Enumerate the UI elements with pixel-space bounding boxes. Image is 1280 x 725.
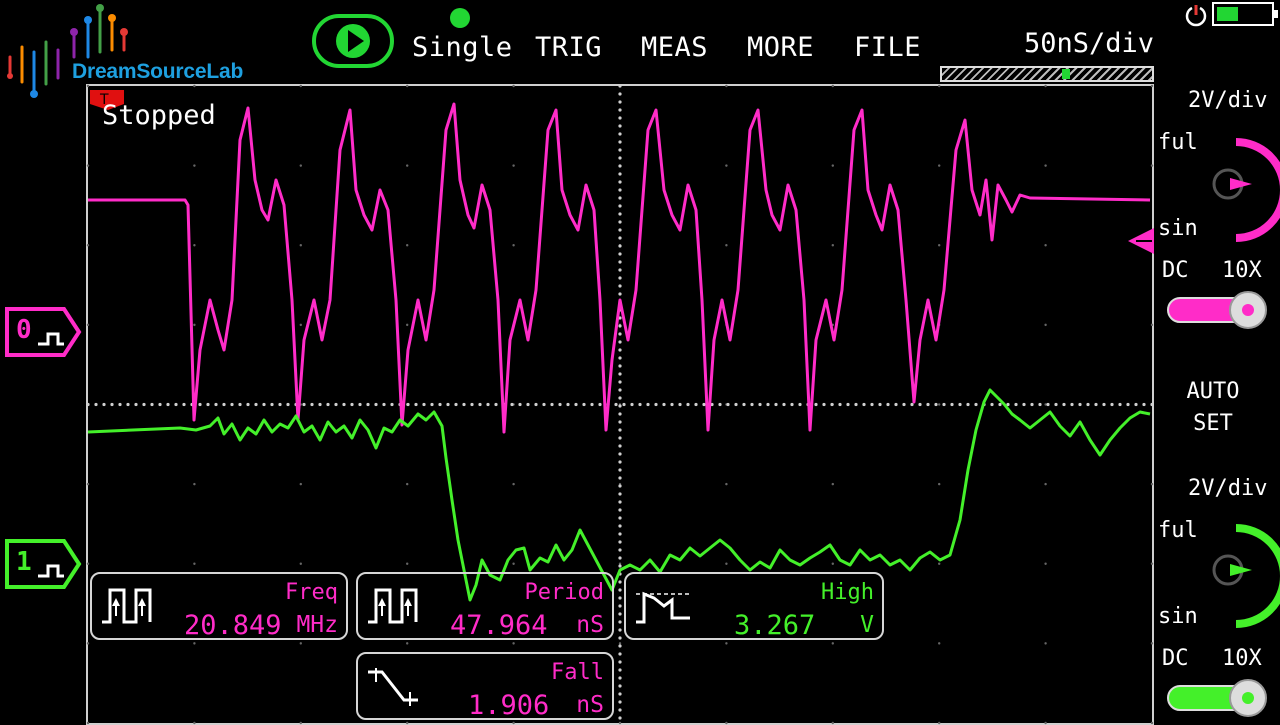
measurement-name: Period bbox=[524, 580, 604, 605]
falling-edge-icon bbox=[368, 668, 418, 706]
ch0-probe[interactable]: 10X bbox=[1222, 258, 1262, 283]
square-wave-icon bbox=[102, 588, 152, 624]
ch1-vdiv-knob[interactable] bbox=[1200, 522, 1280, 632]
ch0-coupling[interactable]: DC bbox=[1162, 258, 1189, 283]
measurement-value: 47.964 bbox=[450, 610, 548, 641]
measurement-value: 1.906 bbox=[468, 690, 550, 721]
square-wave-icon bbox=[368, 588, 418, 624]
measurement-high[interactable]: High 3.267 V bbox=[624, 572, 884, 641]
ch1-probe-toggle[interactable] bbox=[1164, 676, 1272, 720]
autoset-label-1: AUTO bbox=[1186, 379, 1240, 404]
measurement-period[interactable]: Period 47.964 nS bbox=[356, 572, 614, 641]
ch0-label: 0 bbox=[16, 315, 32, 345]
ch0-probe-toggle[interactable] bbox=[1164, 288, 1272, 332]
autoset-label-2: SET bbox=[1193, 411, 1233, 436]
measurement-unit: MHz bbox=[296, 612, 338, 638]
ch1-volts-div[interactable]: 2V/div bbox=[1188, 476, 1267, 501]
ch1-coupling[interactable]: DC bbox=[1162, 646, 1189, 671]
measurement-freq[interactable]: Freq 20.849 MHz bbox=[90, 572, 348, 641]
ch1-bw-full[interactable]: ful bbox=[1158, 518, 1198, 543]
measurement-value: 20.849 bbox=[184, 610, 282, 641]
play-icon bbox=[347, 30, 364, 52]
measurement-name: High bbox=[821, 580, 874, 605]
ch0-volts-div[interactable]: 2V/div bbox=[1188, 88, 1267, 113]
ch1-probe[interactable]: 10X bbox=[1222, 646, 1262, 671]
acquisition-status: Stopped bbox=[102, 100, 216, 131]
ch1-bw-sin[interactable]: sin bbox=[1158, 604, 1198, 629]
ch0-bw-sin[interactable]: sin bbox=[1158, 216, 1198, 241]
measurement-unit: V bbox=[860, 612, 874, 638]
measurement-name: Freq bbox=[285, 580, 338, 605]
measurement-unit: nS bbox=[576, 692, 604, 718]
autoset-button[interactable]: AUTO SET bbox=[1186, 376, 1240, 440]
measurement-value: 3.267 bbox=[734, 610, 816, 641]
ch0-bw-full[interactable]: ful bbox=[1158, 130, 1198, 155]
measurement-name: Fall bbox=[551, 660, 604, 685]
ch1-label: 1 bbox=[16, 547, 32, 577]
measurement-fall[interactable]: Fall 1.906 nS bbox=[356, 652, 614, 721]
high-level-icon bbox=[636, 591, 692, 624]
ch0-vdiv-knob[interactable] bbox=[1200, 136, 1280, 246]
measurement-unit: nS bbox=[576, 612, 604, 638]
